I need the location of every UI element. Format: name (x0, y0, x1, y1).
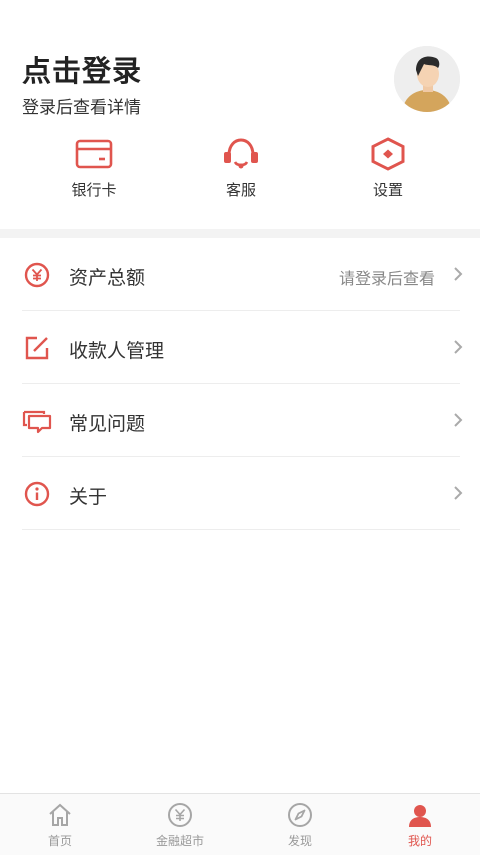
info-circle-icon (24, 481, 50, 507)
chevron-right-icon (454, 486, 463, 500)
tab-discover[interactable]: 发现 (240, 794, 360, 854)
login-prompt-title[interactable]: 点击登录 (22, 48, 142, 90)
section-divider (0, 229, 480, 238)
chat-bubbles-icon (22, 410, 52, 434)
compass-icon (288, 803, 312, 827)
avatar[interactable] (394, 46, 460, 112)
yen-circle-icon (168, 803, 192, 827)
settings-hexagon-icon (371, 137, 405, 171)
menu-item-payee-management[interactable]: 收款人管理 (0, 311, 480, 384)
quick-action-bank-card[interactable]: 银行卡 (24, 136, 164, 200)
quick-action-label: 银行卡 (71, 181, 117, 199)
tab-label: 发现 (287, 834, 312, 848)
yen-circle-icon (24, 262, 50, 288)
tab-mine[interactable]: 我的 (360, 794, 480, 854)
chevron-right-icon (454, 413, 463, 427)
quick-action-customer-service[interactable]: 客服 (171, 136, 311, 200)
quick-action-label: 客服 (225, 181, 256, 199)
quick-action-label: 设置 (372, 181, 403, 199)
menu-item-value: 请登录后查看 (338, 269, 435, 288)
menu-item-label: 资产总额 (69, 267, 146, 289)
menu-divider (22, 529, 460, 530)
profile-header: 点击登录 登录后查看详情 银行卡 客服 设置 (0, 0, 480, 230)
quick-action-settings[interactable]: 设置 (318, 136, 458, 200)
menu-list: 资产总额 请登录后查看 收款人管理 常见问题 关于 (0, 238, 480, 530)
menu-item-total-assets[interactable]: 资产总额 请登录后查看 (0, 238, 480, 311)
user-icon (409, 805, 431, 827)
home-icon (49, 803, 71, 826)
tab-finance-market[interactable]: 金融超市 (120, 794, 240, 854)
menu-item-label: 常见问题 (69, 413, 146, 435)
chevron-right-icon (454, 340, 463, 354)
menu-item-faq[interactable]: 常见问题 (0, 384, 480, 457)
login-prompt-subtitle: 登录后查看详情 (22, 98, 141, 118)
bottom-tab-bar: 首页 金融超市 发现 我的 (0, 793, 480, 855)
tab-label: 我的 (407, 834, 432, 848)
bank-card-icon (75, 139, 113, 169)
user-avatar-illustration (394, 46, 460, 112)
tab-label: 金融超市 (155, 834, 204, 848)
chevron-right-icon (454, 267, 463, 281)
tab-label: 首页 (47, 834, 72, 848)
edit-icon (25, 336, 49, 360)
menu-item-about[interactable]: 关于 (0, 457, 480, 530)
menu-item-label: 关于 (69, 486, 108, 508)
menu-item-label: 收款人管理 (69, 340, 165, 362)
headset-icon (224, 138, 258, 169)
tab-home[interactable]: 首页 (0, 794, 120, 854)
